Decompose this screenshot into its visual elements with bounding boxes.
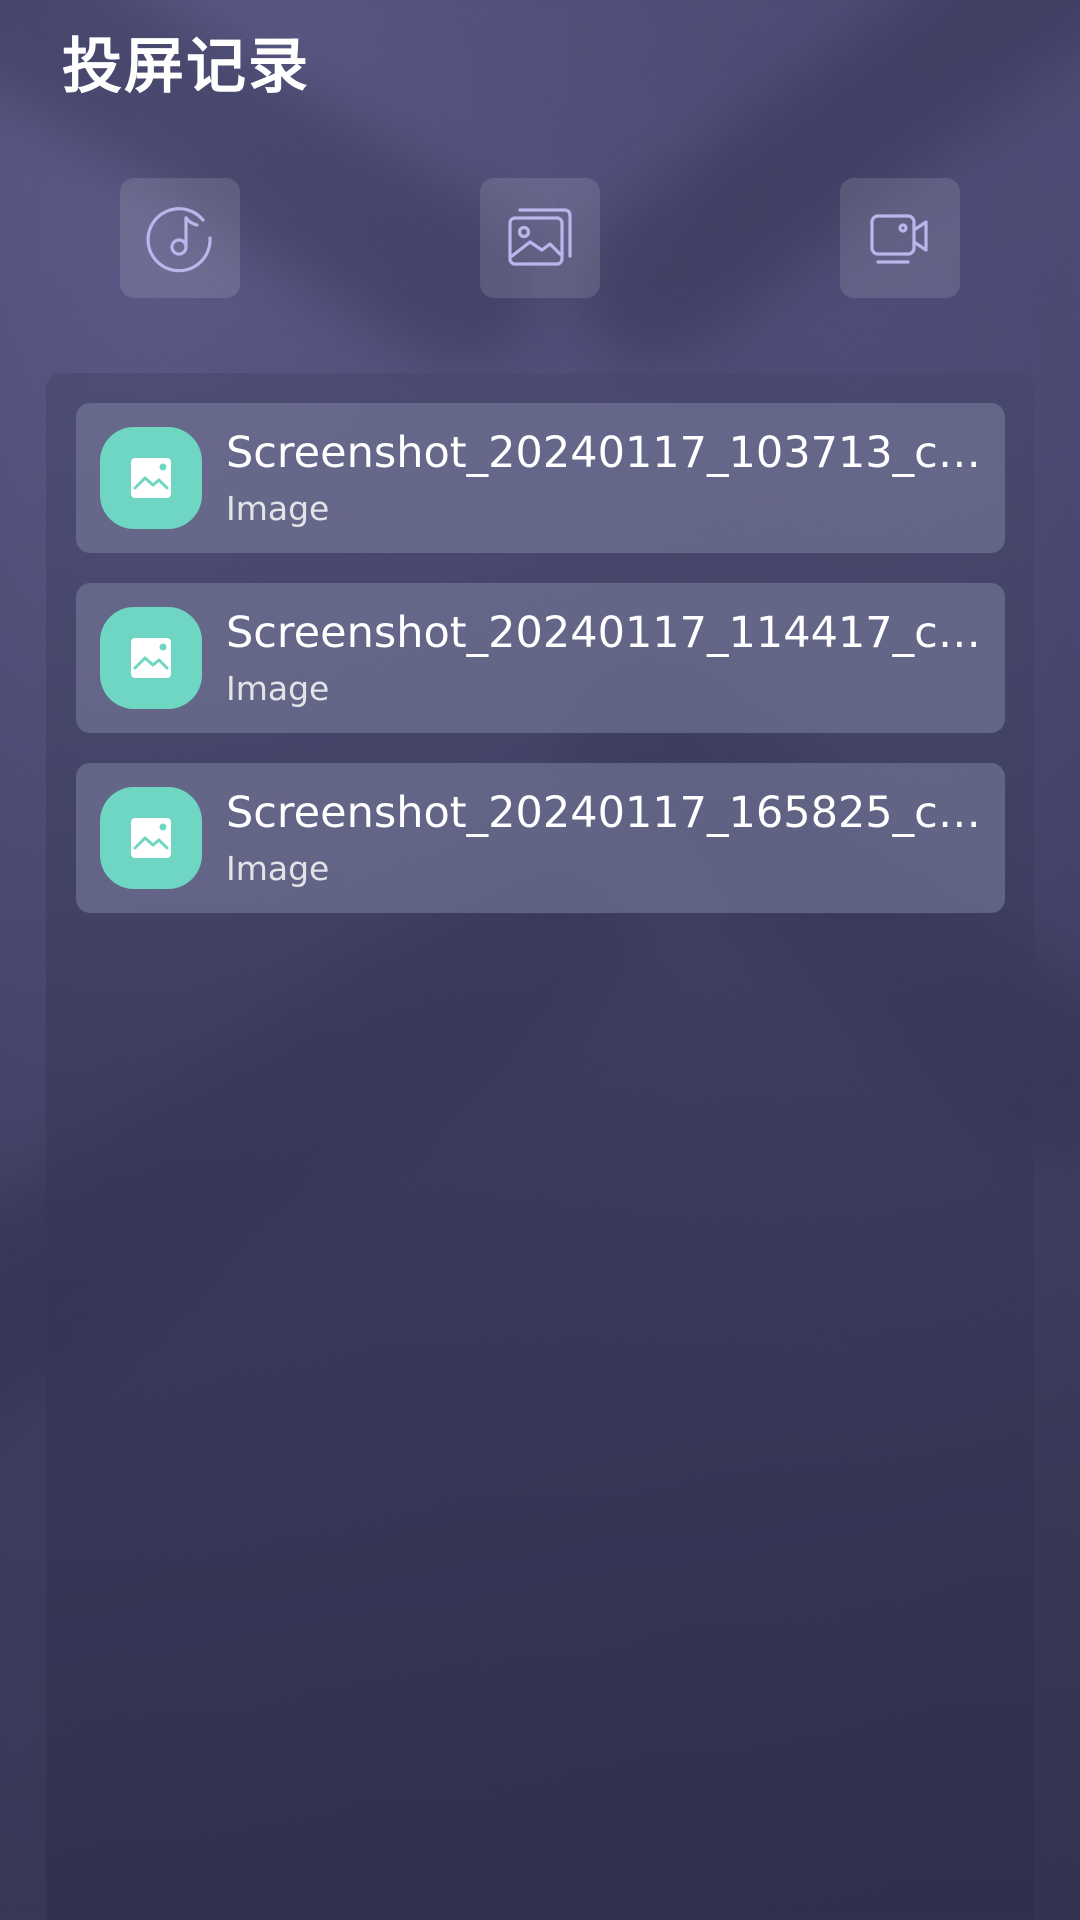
file-name: Screenshot_20240117_165825_com.…: [226, 788, 996, 838]
file-list: Screenshot_20240117_103713_cn.ct… Image …: [76, 403, 1005, 943]
file-list-panel: Screenshot_20240117_103713_cn.ct… Image …: [46, 373, 1034, 1920]
file-thumbnail: [100, 607, 202, 709]
file-type: Image: [226, 669, 330, 708]
file-name: Screenshot_20240117_114417_com.…: [226, 608, 996, 658]
image-file-icon: [131, 638, 171, 678]
music-category-button[interactable]: [120, 178, 240, 298]
image-gallery-icon: [508, 208, 572, 266]
list-item[interactable]: Screenshot_20240117_103713_cn.ct… Image: [76, 403, 1005, 553]
video-camera-icon: [870, 214, 928, 264]
file-type: Image: [226, 489, 330, 528]
music-note-icon: [146, 207, 212, 273]
category-row: [0, 178, 1080, 298]
list-item[interactable]: Screenshot_20240117_165825_com.… Image: [76, 763, 1005, 913]
image-category-button[interactable]: [480, 178, 600, 298]
file-thumbnail: [100, 427, 202, 529]
file-thumbnail: [100, 787, 202, 889]
video-category-button[interactable]: [840, 178, 960, 298]
page-title: 投屏记录: [62, 32, 310, 102]
file-name: Screenshot_20240117_103713_cn.ct…: [226, 428, 996, 478]
image-file-icon: [131, 458, 171, 498]
list-item[interactable]: Screenshot_20240117_114417_com.… Image: [76, 583, 1005, 733]
file-type: Image: [226, 849, 330, 888]
image-file-icon: [131, 818, 171, 858]
